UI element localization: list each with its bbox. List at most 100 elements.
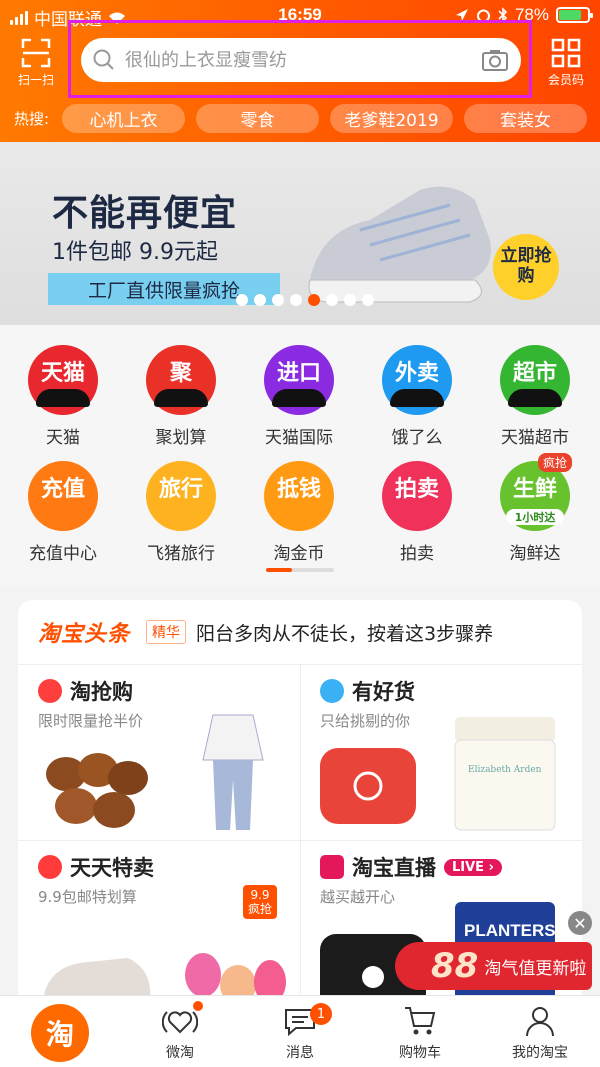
hot-tag[interactable]: 套装女	[464, 103, 587, 133]
carousel-dot[interactable]	[326, 294, 338, 306]
carousel-dot[interactable]	[362, 294, 374, 306]
category-icon-text: 抵钱	[276, 477, 321, 502]
category-label: 飞猪旅行	[147, 544, 215, 564]
sneaker-image	[308, 186, 491, 303]
category-icon: 旅行	[146, 461, 216, 531]
tab-label: 消息	[286, 1045, 314, 1061]
banner-subtitle: 1件包邮 9.9元起	[52, 240, 218, 265]
tile-title: 有好货	[352, 680, 415, 704]
cat-ears-icon	[36, 389, 90, 407]
heart-broadcast-icon	[162, 1011, 198, 1034]
grid-item[interactable]: 拍卖 拍卖	[358, 461, 476, 564]
tab-my-taobao[interactable]: 我的淘宝	[480, 996, 600, 1067]
carousel-dot[interactable]	[272, 294, 284, 306]
taoqi-float-badge[interactable]: 88 淘气值更新啦	[395, 942, 592, 990]
member-code-icon	[551, 38, 581, 68]
category-icon: 外卖	[382, 345, 452, 415]
lightning-icon	[38, 679, 62, 703]
category-label: 淘金币	[273, 544, 325, 564]
category-icon-text: 充值	[40, 477, 85, 502]
tab-messages[interactable]: 消息	[240, 996, 360, 1067]
grid-item[interactable]: 超市 天猫超市	[476, 345, 594, 448]
category-icon-text: 进口	[276, 361, 321, 386]
scan-icon	[21, 38, 51, 68]
svg-text:Elizabeth Arden: Elizabeth Arden	[468, 765, 542, 775]
buy-now-badge[interactable]: 立即抢购	[493, 234, 559, 300]
buy-now-label: 立即抢购	[500, 246, 552, 286]
cat-ears-icon	[390, 389, 444, 407]
live-tag: LIVE ›	[444, 858, 502, 876]
category-icon-text: 外卖	[394, 361, 439, 386]
taoqi-text: 淘气值更新啦	[484, 958, 587, 979]
category-icon: 进口	[264, 345, 334, 415]
grid-item[interactable]: 生鲜 疯抢 1小时达淘鲜达	[476, 453, 594, 564]
category-label: 天猫超市	[501, 428, 569, 448]
search-icon	[93, 49, 114, 70]
tab-home[interactable]: 淘	[0, 996, 120, 1067]
grid-item[interactable]: 进口 天猫国际	[240, 345, 358, 448]
category-grid: 天猫 天猫聚聚划算 进口 天猫国际 外卖 饿了么 超市 天猫超市 充值 充值中心 旅行 飞猪旅行 抵钱淘…	[0, 325, 600, 585]
headline-row[interactable]: 淘宝头条 精华 阳台多肉从不徒长，按着这3步骤养	[18, 600, 582, 664]
tab-weitao[interactable]: 微淘	[120, 996, 240, 1067]
hot-tag[interactable]: 老爹鞋2019	[330, 103, 453, 133]
headline-logo: 淘宝头条	[38, 622, 131, 647]
member-code-button[interactable]: 会员码	[540, 38, 592, 88]
hot-tag[interactable]: 心机上衣	[62, 103, 185, 133]
tile-taoqianggou[interactable]: 淘抢购 限时限量抢半价	[18, 664, 300, 840]
category-label: 饿了么	[391, 428, 443, 448]
delivery-badge: 1小时达	[506, 509, 564, 525]
category-icon-text: 拍卖	[394, 477, 439, 502]
tv-icon	[320, 855, 344, 879]
grid-item[interactable]: 旅行 飞猪旅行	[122, 461, 240, 564]
taoqi-number: 88	[431, 946, 479, 986]
cat-ears-icon	[508, 389, 562, 407]
tab-cart[interactable]: 购物车	[360, 996, 480, 1067]
category-icon-text: 生鲜	[512, 477, 557, 502]
clothing-image	[202, 714, 264, 830]
category-label: 天猫	[46, 428, 80, 448]
category-icon: 聚	[146, 345, 216, 415]
tile-subtitle: 9.9包邮特划算	[38, 888, 137, 906]
category-label: 淘鲜达	[509, 544, 561, 564]
header: 中国联通 16:59 78% 扫一扫 很仙的上衣显瘦雪纺 会员码 热搜: 心机上…	[0, 0, 600, 142]
category-label: 聚划算	[155, 428, 207, 448]
chestnut-image	[46, 753, 148, 828]
svg-text:PLANTERS: PLANTERS	[464, 921, 556, 940]
camera-icon[interactable]	[481, 48, 509, 72]
price-badge: 9.9 疯抢	[243, 885, 277, 919]
carousel-dot[interactable]	[254, 294, 266, 306]
grid-item[interactable]: 抵钱 淘金币	[240, 461, 358, 564]
search-input[interactable]	[125, 49, 481, 71]
carousel-dot[interactable]	[344, 294, 356, 306]
scan-button[interactable]: 扫一扫	[10, 38, 62, 88]
cat-ears-icon	[272, 389, 326, 407]
message-count-badge: 1	[310, 1003, 332, 1025]
promo-banner[interactable]: 不能再便宜 1件包邮 9.9元起 工厂直供限量疯抢 立即抢购	[0, 142, 600, 325]
grid-item[interactable]: 聚聚划算	[122, 345, 240, 448]
category-icon: 天猫	[28, 345, 98, 415]
close-float-button[interactable]: ✕	[568, 911, 592, 935]
category-icon: 生鲜 疯抢 1小时达	[500, 453, 572, 531]
grid-item[interactable]: 充值 充值中心	[4, 461, 122, 564]
carousel-dot[interactable]	[290, 294, 302, 306]
headline-tag: 精华	[146, 620, 187, 644]
hot-tag[interactable]: 零食	[196, 103, 319, 133]
carousel-dot[interactable]	[236, 294, 248, 306]
tile-youhaohuo[interactable]: 有好货 只给挑剔的你 Elizabeth Arden	[300, 664, 582, 840]
user-icon	[526, 1007, 554, 1037]
category-label: 天猫国际	[265, 428, 333, 448]
search-bar[interactable]	[81, 38, 521, 82]
tile-tiantiantemai[interactable]: 天天特卖 9.9包邮特划算 9.9 疯抢	[18, 840, 300, 1016]
tile-subtitle: 越买越开心	[320, 888, 396, 906]
category-icon: 拍卖	[382, 461, 452, 531]
grid-item[interactable]: 外卖 饿了么	[358, 345, 476, 448]
grid-item[interactable]: 天猫 天猫	[4, 345, 122, 448]
cart-icon	[405, 1007, 436, 1035]
scan-label: 扫一扫	[17, 73, 54, 87]
carousel-dot[interactable]	[308, 294, 320, 306]
search-highlight	[68, 20, 532, 98]
hot-search-label: 热搜:	[14, 109, 50, 128]
category-icon: 充值	[28, 461, 98, 531]
category-icon: 抵钱	[264, 461, 334, 531]
tab-label: 我的淘宝	[512, 1045, 568, 1061]
